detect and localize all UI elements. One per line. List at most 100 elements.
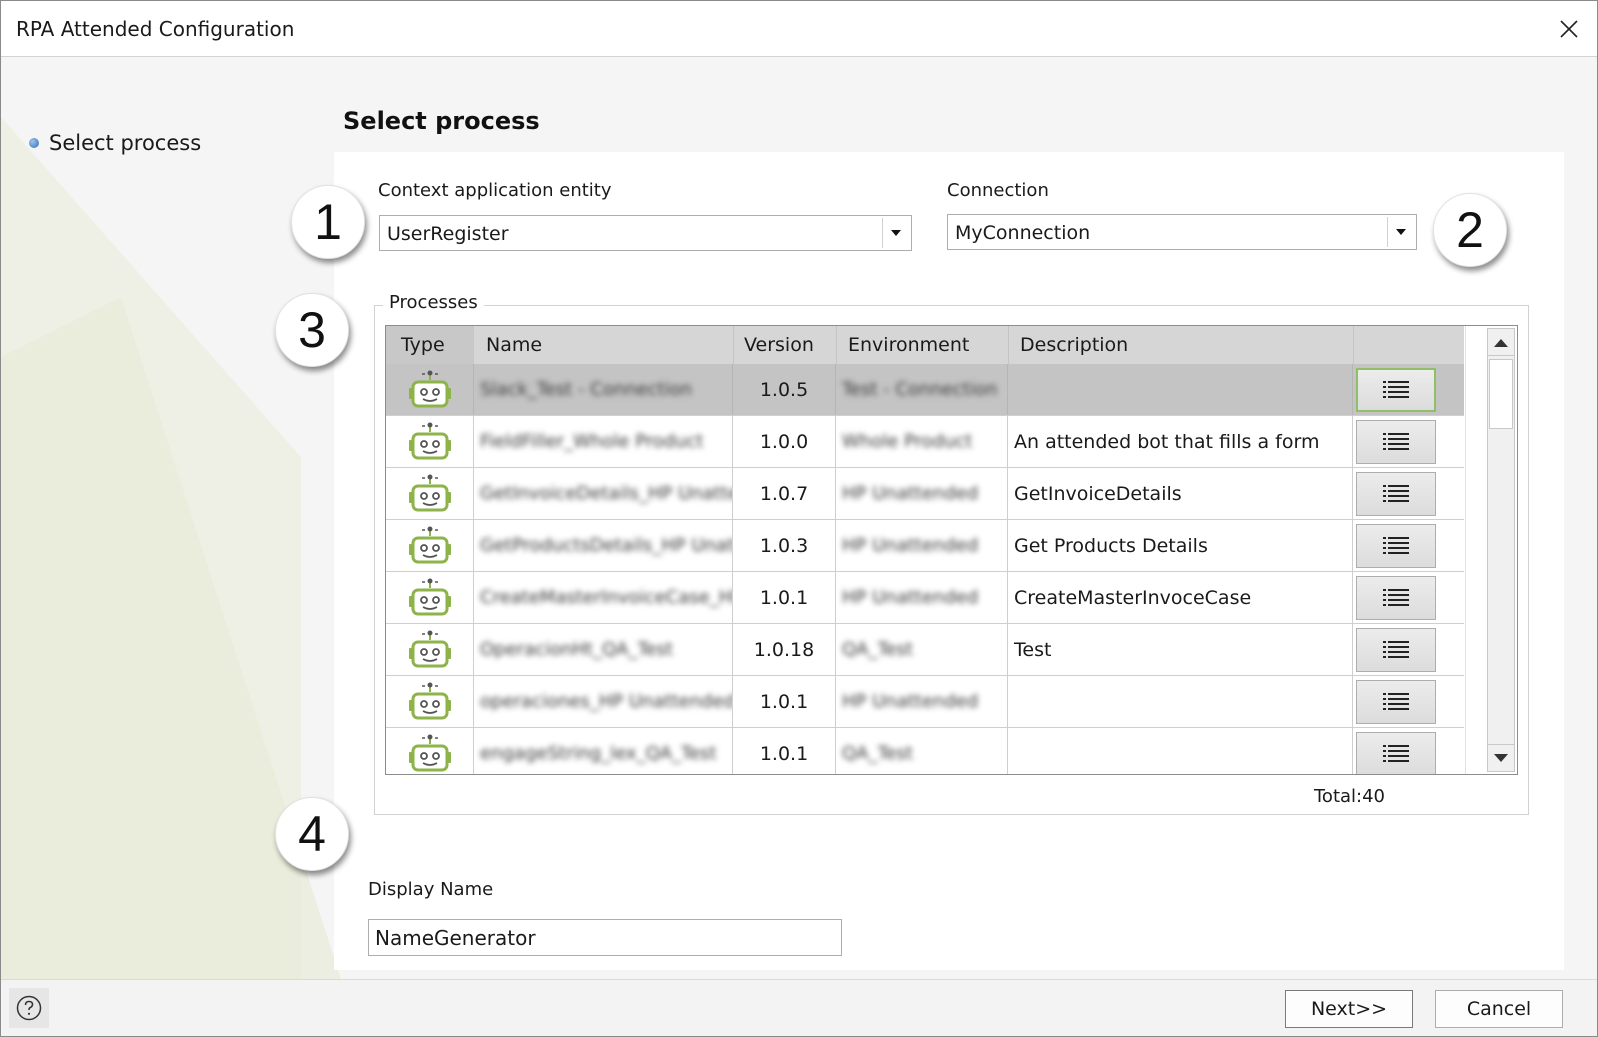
robot-icon [408, 526, 451, 563]
description-cell: Test [1008, 624, 1353, 675]
process-details-button[interactable] [1355, 523, 1436, 568]
process-environment: Whole Product [842, 431, 973, 452]
process-row[interactable]: CreateMasterInvoiceCase_HP Unattended1.0… [386, 572, 1464, 624]
description-cell: Get Products Details [1008, 520, 1353, 571]
list-icon [1382, 432, 1409, 450]
environment-cell: Test - Connection [836, 364, 1008, 415]
name-cell: OperacionHt_QA_Test [474, 624, 733, 675]
arrow-up-icon [1494, 338, 1508, 347]
page-title: Select process [343, 107, 540, 135]
context-entity-dropdown[interactable]: UserRegister [379, 215, 912, 251]
next-button[interactable]: Next>> [1285, 990, 1413, 1028]
process-environment: Test - Connection [842, 379, 998, 400]
process-name: FieldFiller_Whole Product [480, 431, 704, 452]
process-row[interactable]: FieldFiller_Whole Product 1.0.0 Whole Prod… [386, 416, 1464, 468]
scroll-down-button[interactable] [1488, 744, 1514, 771]
process-details-button[interactable] [1355, 731, 1436, 774]
process-row[interactable]: OperacionHt_QA_Test 1.0.18 QA_Test Test [386, 624, 1464, 676]
grid-body: Slack_Test - Connection 1.0.5 Test - Conne… [386, 364, 1464, 774]
process-details-button[interactable] [1355, 627, 1436, 672]
vertical-scrollbar[interactable] [1465, 326, 1517, 774]
column-header-name[interactable]: Name [474, 326, 733, 364]
robot-icon [408, 422, 451, 459]
environment-cell: HP Unattended [836, 468, 1008, 519]
scrollbar-thumb[interactable] [1489, 359, 1513, 429]
processes-grid: Type Name Version Environment Descriptio… [385, 325, 1518, 775]
type-cell [386, 572, 474, 623]
scroll-up-button[interactable] [1488, 329, 1514, 356]
column-header-description[interactable]: Description [1008, 326, 1353, 364]
window-title: RPA Attended Configuration [16, 17, 295, 41]
process-name: operaciones_HP Unattended [480, 691, 733, 712]
display-name-input[interactable] [368, 919, 842, 956]
processes-group-label: Processes [383, 292, 484, 313]
column-header-environment[interactable]: Environment [836, 326, 1008, 364]
process-name: GetProductsDetails_HP Unattended [480, 535, 732, 556]
name-cell: GetProductsDetails_HP Unattended [474, 520, 733, 571]
callout-2: 2 [1433, 193, 1507, 267]
process-details-button[interactable] [1355, 471, 1436, 516]
help-button[interactable] [9, 988, 49, 1028]
process-row[interactable]: Slack_Test - Connection 1.0.5 Test - Conne… [386, 364, 1464, 416]
chevron-down-icon [1396, 229, 1406, 235]
context-entity-dropdown-button[interactable] [882, 218, 909, 248]
process-row[interactable]: engageString_lex_QA_Test 1.0.1 QA_Test [386, 728, 1464, 774]
name-cell: operaciones_HP Unattended [474, 676, 733, 727]
name-cell: engageString_lex_QA_Test [474, 728, 733, 774]
type-cell [386, 728, 474, 774]
nav-step-select-process[interactable]: Select process [29, 131, 201, 155]
environment-cell: HP Unattended [836, 572, 1008, 623]
list-icon [1382, 380, 1409, 398]
title-bar: RPA Attended Configuration [1, 1, 1597, 57]
list-icon [1382, 536, 1409, 554]
description-cell: CreateMasterInvoceCase [1008, 572, 1353, 623]
scrollbar-track[interactable] [1487, 328, 1515, 772]
process-details-button[interactable] [1355, 575, 1436, 620]
column-header-type[interactable]: Type [386, 326, 474, 364]
action-cell [1353, 468, 1438, 519]
description-cell: GetInvoiceDetails [1008, 468, 1353, 519]
process-details-button[interactable] [1355, 419, 1436, 464]
cancel-button[interactable]: Cancel [1435, 990, 1563, 1028]
name-cell: CreateMasterInvoiceCase_HP Unattended [474, 572, 733, 623]
robot-icon [408, 734, 451, 771]
type-cell [386, 676, 474, 727]
robot-icon [408, 474, 451, 511]
connection-dropdown[interactable]: MyConnection [947, 214, 1417, 250]
version-cell: 1.0.5 [733, 364, 836, 415]
name-cell: GetInvoiceDetails_HP Unattended [474, 468, 733, 519]
process-environment: QA_Test [842, 743, 913, 764]
environment-cell: Whole Product [836, 416, 1008, 467]
dialog-window: RPA Attended Configuration Select proces… [0, 0, 1598, 1037]
description-cell [1008, 728, 1353, 774]
environment-cell: QA_Test [836, 624, 1008, 675]
close-button[interactable] [1551, 11, 1587, 47]
process-name: CreateMasterInvoiceCase_HP Unattended [480, 587, 733, 608]
process-details-button[interactable] [1355, 679, 1436, 724]
connection-dropdown-button[interactable] [1387, 217, 1414, 247]
process-environment: HP Unattended [842, 587, 979, 608]
process-row[interactable]: GetInvoiceDetails_HP Unattended1.0.7 HP U… [386, 468, 1464, 520]
process-name: engageString_lex_QA_Test [480, 743, 717, 764]
connection-label: Connection [947, 180, 1049, 201]
process-row[interactable]: GetProductsDetails_HP Unattended1.0.3 HP … [386, 520, 1464, 572]
version-cell: 1.0.1 [733, 676, 836, 727]
close-icon [1560, 20, 1578, 38]
nav-step-label: Select process [49, 131, 202, 155]
version-cell: 1.0.18 [733, 624, 836, 675]
environment-cell: HP Unattended [836, 520, 1008, 571]
type-cell [386, 416, 474, 467]
callout-1: 1 [291, 185, 365, 259]
column-separator[interactable] [1353, 326, 1354, 364]
list-icon [1382, 588, 1409, 606]
context-entity-value: UserRegister [387, 223, 509, 245]
dialog-footer: Next>> Cancel [1, 979, 1597, 1036]
version-cell: 1.0.7 [733, 468, 836, 519]
environment-cell: HP Unattended [836, 676, 1008, 727]
process-name: OperacionHt_QA_Test [480, 639, 673, 660]
column-header-version[interactable]: Version [733, 326, 836, 364]
process-details-button[interactable] [1355, 367, 1436, 412]
callout-3: 3 [275, 293, 349, 367]
process-row[interactable]: operaciones_HP Unattended 1.0.1 HP Unatten… [386, 676, 1464, 728]
type-cell [386, 468, 474, 519]
